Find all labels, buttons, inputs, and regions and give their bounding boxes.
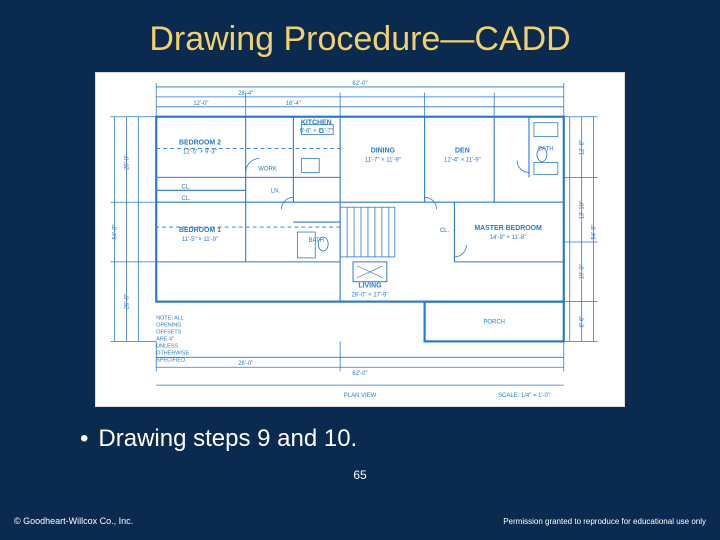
label-cl2: CL. xyxy=(181,196,191,202)
bullet-text: Drawing steps 9 and 10. xyxy=(98,425,357,453)
dim-top-seg-b: 16'-4" xyxy=(286,101,301,107)
footer-permission: Permission granted to reproduce for educ… xyxy=(503,517,706,526)
dim-right-seg-d: 8'-6" xyxy=(580,316,586,328)
label-master: MASTER BEDROOM xyxy=(474,225,542,232)
dim-living: 28'-0" × 17'-9" xyxy=(351,293,388,299)
note-l5: UNLESS xyxy=(156,343,178,349)
dim-left-seg-a: 28'-0" xyxy=(124,155,130,170)
note-l1: NOTE: ALL xyxy=(156,316,184,322)
label-porch: PORCH xyxy=(483,319,504,325)
label-kitchen: KITCHEN xyxy=(301,120,332,127)
dim-bottom-seg-a: 28'-0" xyxy=(238,361,253,367)
note-l7: SPECIFIED. xyxy=(156,357,187,363)
note-l6: OTHERWISE xyxy=(156,350,189,356)
note-l3: OFFSETS xyxy=(156,329,182,335)
dim-dining: 11'-7" × 11'-9" xyxy=(365,157,401,163)
dim-bedroom1: 11'-5" × 11'-9" xyxy=(182,237,218,243)
plan-scale: SCALE: 1/4" = 1'-0" xyxy=(498,393,550,399)
dim-right-seg-a: 12'-8" xyxy=(580,140,586,155)
dim-master: 14'-9" × 11'-8" xyxy=(490,235,527,241)
dim-top-left-span: 28'-4" xyxy=(238,91,253,97)
dim-left-seg-b: 26'-8" xyxy=(124,294,130,309)
bullet-row: • Drawing steps 9 and 10. xyxy=(80,425,357,453)
dim-bottom-total: 62'-0" xyxy=(352,371,367,377)
label-cl1: CL. xyxy=(181,184,191,190)
label-bath2: BATH xyxy=(538,147,553,153)
dim-right-seg-c: 19'-0" xyxy=(580,264,586,279)
label-living: LIVING xyxy=(358,283,381,290)
note-l4: ARE 4" xyxy=(156,336,174,342)
dim-kitchen: 9'-6" × 11'-7" xyxy=(300,129,333,135)
label-cl3: CL. xyxy=(440,228,450,234)
footer-copyright: © Goodheart-Willcox Co., Inc. xyxy=(14,516,133,526)
label-den: DEN xyxy=(455,148,470,155)
slide-title: Drawing Procedure—CADD xyxy=(0,20,720,59)
label-work: WORK xyxy=(258,166,277,172)
dim-den: 12'-4" × 11'-9" xyxy=(444,157,481,163)
note-l2: OPENING xyxy=(156,322,181,328)
slide: Drawing Procedure—CADD xyxy=(0,0,720,540)
label-ln: LN. xyxy=(271,188,281,194)
label-dining: DINING xyxy=(371,148,395,155)
page-number: 65 xyxy=(0,468,720,482)
dim-top-total: 62'-0" xyxy=(352,81,367,87)
note-box: NOTE: ALL OPENING OFFSETS ARE 4" UNLESS … xyxy=(156,316,189,364)
label-bath1: BATH xyxy=(309,238,324,244)
dim-bedroom2: 12'-5" × 9'-3" xyxy=(183,150,217,156)
floor-plan-svg: 62'-0" 28'-4" 12'-0" 16'-4" 54'-8" 28'-0… xyxy=(96,73,624,406)
dim-top-seg-a: 12'-0" xyxy=(193,101,208,107)
bullet-dot-icon: • xyxy=(80,425,88,453)
label-bedroom1: BEDROOM 1 xyxy=(179,227,221,234)
dim-right-total: 54'-8" xyxy=(592,224,598,239)
label-bedroom2: BEDROOM 2 xyxy=(179,140,221,147)
plan-caption: PLAN VIEW xyxy=(344,393,377,399)
floor-plan-figure: 62'-0" 28'-4" 12'-0" 16'-4" 54'-8" 28'-0… xyxy=(95,72,625,407)
dim-left-total: 54'-8" xyxy=(112,224,118,239)
dim-right-seg-b: 13'-10" xyxy=(580,201,586,219)
